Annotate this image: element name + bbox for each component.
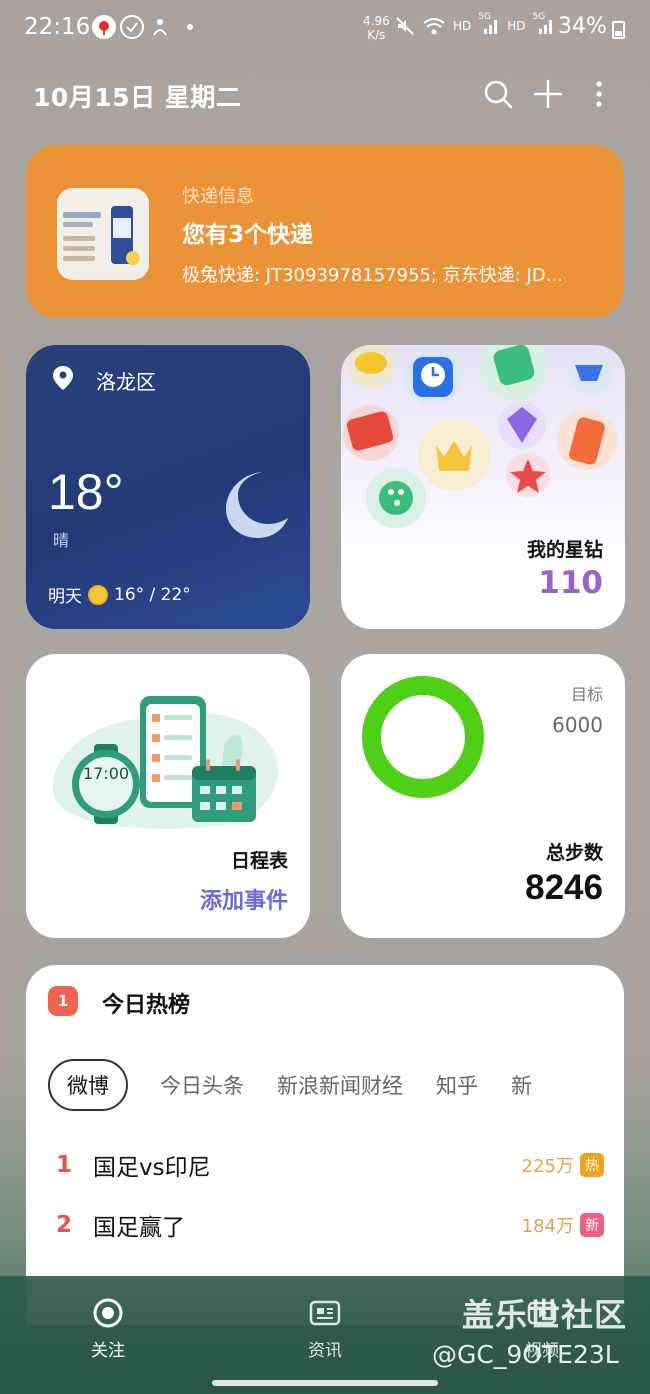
row-title: 国足vs印尼: [93, 1155, 211, 1181]
add-event-button[interactable]: 添加事件: [200, 883, 288, 915]
hot-list-title: 今日热榜: [102, 993, 191, 1018]
row-heat: 225万: [521, 1156, 574, 1177]
signal-icon-1: 5G: [478, 12, 500, 36]
delivery-card[interactable]: 快递信息 您有3个快递 极兔快递: JT3093978157955; 京东快递:…: [26, 145, 624, 318]
app-icons-illustration: [343, 345, 617, 528]
weather-tomorrow: 明天 16° / 22°: [48, 582, 191, 607]
schedule-label: 日程表: [230, 850, 288, 872]
steps-progress-ring: [362, 676, 484, 798]
tab-weibo[interactable]: 微博: [48, 1059, 128, 1111]
location-pin-icon: [53, 366, 73, 390]
tab-toutiao[interactable]: 今日头条: [160, 1070, 244, 1100]
calendar-illustration: [52, 696, 278, 829]
watermark-handle: @GC_9OTE23L: [432, 1340, 619, 1369]
hot-list-icon-text: 1: [57, 992, 69, 1010]
hot-badge: 热: [580, 1153, 604, 1177]
tomorrow-range: 16° / 22°: [114, 584, 191, 605]
nav-news-label: 资讯: [308, 1341, 342, 1361]
sun-icon: [88, 584, 108, 605]
goal-value: 6000: [552, 713, 603, 737]
signal-label-1: 5G: [478, 12, 491, 22]
wifi-icon: [423, 18, 445, 35]
notification-app-icon: [92, 15, 116, 39]
tab-zhihu[interactable]: 知乎: [436, 1070, 478, 1100]
weather-card[interactable]: 洛龙区 18° 晴 明天 16° / 22°: [26, 345, 310, 629]
steps-card[interactable]: 目标 6000 总步数 8246: [341, 654, 625, 938]
stars-count: 110: [538, 565, 603, 601]
notification-check-icon: [120, 15, 144, 39]
new-badge: 新: [580, 1213, 604, 1237]
row-heat: 184万: [521, 1216, 574, 1237]
signal-icon-2: 5G: [533, 12, 555, 36]
stars-label: 我的星钻: [526, 539, 603, 561]
notification-person-icon: [148, 15, 172, 39]
nav-news[interactable]: 资讯: [275, 1296, 375, 1361]
clock-time: 17:00: [82, 764, 130, 783]
mute-icon: [396, 17, 414, 35]
tab-sina-finance[interactable]: 新浪新闻财经: [277, 1070, 403, 1100]
nav-follow[interactable]: 关注: [58, 1296, 158, 1361]
search-icon[interactable]: [480, 76, 516, 112]
row-rank: 1: [56, 1152, 73, 1178]
add-icon[interactable]: [530, 76, 566, 112]
speed-unit: K/s: [367, 28, 386, 42]
hd-label-1: HD: [453, 19, 472, 33]
status-bar: 22:16 4.96 K/s HD 5G HD 5G 34%: [0, 0, 650, 58]
hot-list-row[interactable]: 1 国足vs印尼 225万 热: [48, 1145, 604, 1185]
signal-label-2: 5G: [532, 12, 546, 22]
notification-dot-icon: [178, 15, 202, 39]
hot-list-card: 1 今日热榜 微博 今日头条 新浪新闻财经 知乎 新 1 国足vs印尼 225万…: [26, 965, 624, 1325]
goal-label: 目标: [570, 685, 603, 704]
total-steps-value: 8246: [525, 868, 603, 907]
network-speed: 4.96 K/s: [363, 14, 390, 42]
weather-temperature: 18°: [48, 464, 124, 520]
battery-icon: [612, 21, 625, 39]
schedule-card[interactable]: 17:00 日程表 添加事件: [26, 654, 310, 938]
hot-list-row[interactable]: 2 国足赢了 184万 新: [48, 1205, 604, 1245]
delivery-detail: 极兔快递: JT3093978157955; 京东快递: JD...: [182, 265, 563, 286]
row-rank: 2: [56, 1212, 73, 1238]
status-time: 22:16: [24, 14, 91, 40]
weather-condition: 晴: [53, 531, 70, 550]
more-menu-icon[interactable]: [581, 76, 617, 112]
home-indicator[interactable]: [212, 1380, 438, 1386]
hot-list-icon: 1: [48, 986, 78, 1016]
watermark-title: 盖乐世社区: [462, 1296, 628, 1334]
delivery-product-image: [57, 188, 149, 280]
tab-more[interactable]: 新: [511, 1070, 532, 1100]
date-title: 10月15日 星期二: [33, 83, 242, 112]
news-icon: [275, 1296, 375, 1330]
weather-location: 洛龙区: [96, 370, 156, 394]
target-icon: [58, 1296, 158, 1330]
delivery-label: 快递信息: [182, 186, 254, 207]
speed-value: 4.96: [363, 14, 390, 28]
row-title: 国足赢了: [93, 1215, 185, 1241]
star-diamonds-card[interactable]: 我的星钻 110: [341, 345, 625, 629]
delivery-title: 您有3个快递: [182, 222, 314, 248]
nav-follow-label: 关注: [91, 1341, 125, 1361]
tomorrow-label: 明天: [48, 587, 82, 607]
hd-label-2: HD: [507, 19, 526, 33]
moon-icon: [226, 472, 288, 538]
status-icons: HD 5G HD 5G: [395, 12, 555, 36]
hot-list-tabs: 微博 今日头条 新浪新闻财经 知乎 新: [48, 1059, 565, 1111]
battery-percent: 34%: [558, 14, 607, 39]
total-steps-label: 总步数: [545, 842, 603, 864]
